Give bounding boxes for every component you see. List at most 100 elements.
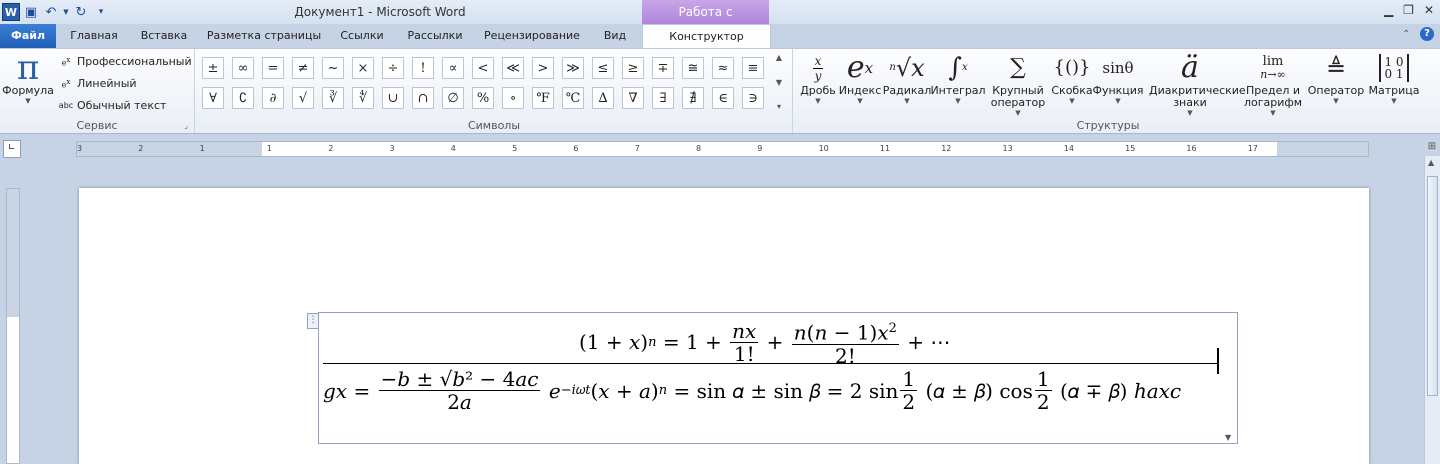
- formula-button[interactable]: π Формула ▼: [2, 48, 54, 106]
- symbol-button[interactable]: ∜: [352, 87, 374, 109]
- eq2-fraction-3: 12: [1034, 368, 1052, 413]
- equation-options-icon[interactable]: ▼: [1225, 433, 1231, 442]
- eq1-sup: 𝑛: [648, 334, 657, 350]
- ruler-tick-label: 1: [199, 144, 205, 153]
- symbols-scroll[interactable]: ▲ ▼ ▾: [772, 53, 786, 111]
- minimize-ribbon-icon[interactable]: ⌃: [1402, 29, 1410, 40]
- tab-page-layout[interactable]: Разметка страницы: [204, 24, 324, 48]
- symbol-button[interactable]: √: [292, 87, 314, 109]
- vertical-scrollbar[interactable]: ▲: [1424, 156, 1440, 464]
- equation-options[interactable]: ▼: [1222, 312, 1238, 444]
- symbol-button[interactable]: ×: [352, 57, 374, 79]
- symbol-button[interactable]: ∛: [322, 87, 344, 109]
- symbol-button[interactable]: ∘: [502, 87, 524, 109]
- equation-line-2[interactable]: 𝑔𝑥 = −𝑏 ± √𝑏² − 4𝑎𝑐 2𝑎 𝑒 −𝑖𝜔𝑡 (𝑥 + 𝑎) 𝑛 = s…: [323, 368, 1181, 413]
- function-label: Функция: [1092, 84, 1144, 97]
- view-ruler-icon[interactable]: ⊞: [1424, 141, 1440, 157]
- symbol-button[interactable]: <: [472, 57, 494, 79]
- ribbon-tabs: Файл Главная Вставка Разметка страницы С…: [0, 24, 1440, 49]
- symbol-button[interactable]: ≡: [742, 57, 764, 79]
- symbol-button[interactable]: ∓: [652, 57, 674, 79]
- scroll-down-icon[interactable]: ▼: [776, 78, 782, 87]
- restore-icon[interactable]: ❐: [1403, 3, 1414, 17]
- function-button[interactable]: sinθ Функция ▼: [1092, 51, 1144, 106]
- ruler-tick-label: 10: [818, 144, 829, 153]
- window-controls: ▁ ❐ ✕: [1384, 3, 1434, 17]
- fraction-button[interactable]: xy Дробь ▼: [798, 51, 838, 106]
- close-icon[interactable]: ✕: [1424, 3, 1434, 17]
- ribbon: π Формула ▼ ex Профессиональный ex Линей…: [0, 48, 1440, 134]
- symbol-button[interactable]: ∋: [742, 87, 764, 109]
- eq2-part: (𝛼 ∓ 𝛽) ℎ𝑎𝑥𝑐: [1053, 378, 1182, 403]
- symbol-button[interactable]: ∄: [682, 87, 704, 109]
- scroll-up-icon[interactable]: ▲: [1428, 158, 1434, 167]
- symbol-button[interactable]: ∩: [412, 87, 434, 109]
- symbol-button[interactable]: ℃: [562, 87, 584, 109]
- tab-mailings[interactable]: Рассылки: [400, 24, 470, 48]
- matrix-label: Матрица: [1368, 84, 1420, 97]
- symbol-button[interactable]: >: [532, 57, 554, 79]
- bracket-button[interactable]: {()} Скобка ▼: [1050, 51, 1094, 106]
- tab-review[interactable]: Рецензирование: [480, 24, 584, 48]
- symbol-button[interactable]: ∞: [232, 57, 254, 79]
- integral-button[interactable]: ∫ x Интеграл ▼: [930, 51, 985, 106]
- symbol-button[interactable]: ∈: [712, 87, 734, 109]
- more-icon[interactable]: ▾: [777, 102, 781, 111]
- minimize-icon[interactable]: ▁: [1384, 3, 1393, 17]
- symbol-button[interactable]: ℉: [532, 87, 554, 109]
- professional-button[interactable]: ex Профессиональный: [58, 55, 192, 68]
- linear-button[interactable]: ex Линейный: [58, 77, 137, 90]
- symbol-button[interactable]: ≠: [292, 57, 314, 79]
- operator-button[interactable]: ≜ Оператор ▼: [1306, 51, 1366, 106]
- script-button[interactable]: ex Индекс ▼: [839, 51, 882, 106]
- symbol-button[interactable]: ∃: [652, 87, 674, 109]
- symbol-button[interactable]: ≥: [622, 57, 644, 79]
- group-structures: xy Дробь ▼ ex Индекс ▼ n √x Радикал ▼ ∫ x Инт…: [794, 49, 1422, 133]
- eq2-sup: 𝑛: [658, 383, 668, 398]
- symbol-button[interactable]: ∅: [442, 87, 464, 109]
- symbol-button[interactable]: ≈: [712, 57, 734, 79]
- symbol-button[interactable]: ∝: [442, 57, 464, 79]
- scrollbar-thumb[interactable]: [1427, 176, 1438, 396]
- symbol-button[interactable]: ∂: [262, 87, 284, 109]
- tab-references[interactable]: Ссылки: [334, 24, 390, 48]
- formula-button-label: Формула: [2, 84, 54, 97]
- dialog-launcher-icon[interactable]: ⌟: [184, 121, 188, 130]
- tab-file[interactable]: Файл: [0, 24, 56, 48]
- symbol-button[interactable]: ≪: [502, 57, 524, 79]
- tab-selector[interactable]: ∟: [3, 140, 21, 158]
- symbol-button[interactable]: ≤: [592, 57, 614, 79]
- symbol-button[interactable]: ≫: [562, 57, 584, 79]
- plain-text-button[interactable]: abc Обычный текст: [58, 99, 167, 112]
- symbol-button[interactable]: ∆: [592, 87, 614, 109]
- symbol-button[interactable]: ∁: [232, 87, 254, 109]
- horizontal-ruler[interactable]: 3 2 1 1 2 3 4 5 6 7 8 9 10 11 12 13 14 15 16 17: [76, 141, 1369, 157]
- tab-home[interactable]: Главная: [64, 24, 124, 48]
- tab-insert[interactable]: Вставка: [134, 24, 194, 48]
- symbol-button[interactable]: ∇: [622, 87, 644, 109]
- limit-button[interactable]: lim n→∞ Предел и логарифм ▼: [1240, 51, 1306, 118]
- symbol-button[interactable]: ~: [322, 57, 344, 79]
- radical-button[interactable]: n √x Радикал ▼: [883, 51, 932, 106]
- accent-button[interactable]: ä Диакритические знаки ▼: [1144, 51, 1246, 118]
- tab-design[interactable]: Конструктор: [642, 24, 771, 49]
- symbol-button[interactable]: ÷: [382, 57, 404, 79]
- symbol-button[interactable]: ≅: [682, 57, 704, 79]
- large-operator-button[interactable]: ∑ Крупный оператор ▼: [986, 51, 1050, 118]
- symbol-button[interactable]: !: [412, 57, 434, 79]
- vertical-ruler[interactable]: [6, 188, 20, 464]
- symbol-button[interactable]: =: [262, 57, 284, 79]
- symbol-button[interactable]: ∀: [202, 87, 224, 109]
- pi-icon: π: [16, 48, 40, 88]
- equation-line-1[interactable]: (1 + 𝑥) 𝑛 = 1 + 𝑛𝑥 1! + 𝑛(𝑛 − 1)𝑥2 2! + ⋯: [579, 318, 950, 367]
- group-symbols-label: Символы: [467, 119, 521, 132]
- scroll-up-icon[interactable]: ▲: [776, 53, 782, 62]
- ruler-margin-right: [1277, 142, 1368, 156]
- symbol-button[interactable]: ±: [202, 57, 224, 79]
- matrix-button[interactable]: 1 00 1 Матрица ▼: [1368, 51, 1420, 106]
- plain-text-label: Обычный текст: [77, 99, 167, 112]
- tab-view[interactable]: Вид: [594, 24, 636, 48]
- help-icon[interactable]: ?: [1420, 27, 1434, 41]
- symbol-button[interactable]: %: [472, 87, 494, 109]
- symbol-button[interactable]: ∪: [382, 87, 404, 109]
